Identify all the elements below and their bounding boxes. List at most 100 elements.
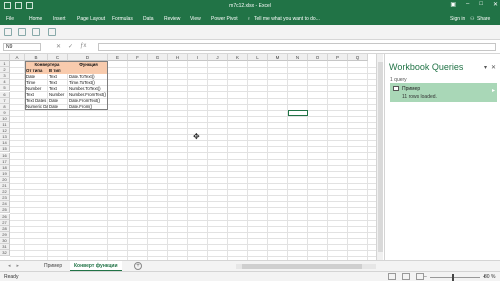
row-header[interactable]: 23: [0, 195, 10, 202]
row-header[interactable]: 26: [0, 213, 10, 220]
table-cell[interactable]: Date: [48, 98, 68, 104]
table-cell[interactable]: Date: [25, 74, 48, 80]
row-header[interactable]: 9: [0, 109, 10, 116]
zoom-slider[interactable]: [429, 273, 480, 281]
name-box[interactable]: N9: [3, 43, 41, 51]
header-fill-cell[interactable]: [68, 67, 108, 74]
row-header[interactable]: 31: [0, 244, 10, 250]
column-header[interactable]: A: [10, 54, 25, 61]
to-type-header-cell[interactable]: В тип: [48, 67, 68, 74]
table-cell[interactable]: Numeric Date: [25, 104, 48, 110]
column-header[interactable]: D: [68, 54, 108, 61]
vertical-scrollbar[interactable]: [376, 54, 383, 260]
scroll-thumb[interactable]: [378, 62, 383, 252]
column-header[interactable]: P: [328, 54, 348, 61]
row-header[interactable]: 32: [0, 250, 10, 257]
maximize-icon[interactable]: □: [479, 1, 483, 8]
row-header[interactable]: 17: [0, 158, 10, 165]
row-header[interactable]: 6: [0, 91, 10, 98]
row-header[interactable]: 8: [0, 103, 10, 110]
tab-power-pivot[interactable]: Power Pivot: [211, 16, 238, 22]
hscroll-thumb[interactable]: [242, 264, 362, 269]
table-title-cell[interactable]: Конвертера: [25, 61, 68, 68]
pane-close-icon[interactable]: ✕: [491, 64, 496, 71]
row-header[interactable]: 7: [0, 97, 10, 104]
column-header[interactable]: H: [168, 54, 188, 61]
tab-review[interactable]: Review: [164, 16, 180, 22]
prev-sheet-icon[interactable]: ◂: [8, 263, 11, 269]
from-type-header-cell[interactable]: От типа: [25, 67, 48, 74]
row-header[interactable]: 20: [0, 176, 10, 183]
table-cell[interactable]: Date: [48, 104, 68, 110]
worksheet-grid[interactable]: A B C D E F G H I J K L M N O P Q 1 2 3 4 5 6 7 8 9 10 11 12 13 14 15 16…: [0, 54, 378, 260]
sign-in-link[interactable]: Sign in: [450, 16, 465, 22]
row-header[interactable]: 30: [0, 237, 10, 244]
row-header[interactable]: 15: [0, 146, 10, 153]
row-header[interactable]: 16: [0, 152, 10, 159]
function-header-cell[interactable]: Функция: [68, 61, 108, 68]
table-cell[interactable]: Text: [48, 80, 68, 86]
sheet-tab-primer[interactable]: Пример: [40, 261, 66, 271]
row-header[interactable]: 29: [0, 231, 10, 238]
row-header[interactable]: 4: [0, 79, 10, 86]
row-header[interactable]: 12: [0, 128, 10, 135]
row-header[interactable]: 19: [0, 170, 10, 177]
share-button[interactable]: Share: [477, 16, 490, 22]
table-cell[interactable]: Number.FromText(): [68, 92, 108, 98]
tab-page-layout[interactable]: Page Layout: [77, 16, 105, 22]
share-icon[interactable]: ⚇: [470, 16, 474, 22]
row-header[interactable]: 1: [0, 61, 10, 67]
zoom-knob[interactable]: [451, 273, 454, 281]
row-header[interactable]: 25: [0, 207, 10, 214]
next-sheet-icon[interactable]: ▸: [17, 263, 20, 269]
add-sheet-icon[interactable]: +: [134, 262, 142, 270]
active-cell[interactable]: [288, 109, 308, 117]
table-cell[interactable]: Date.ToText(): [68, 74, 108, 80]
column-header[interactable]: J: [208, 54, 228, 61]
row-header[interactable]: 11: [0, 122, 10, 128]
pane-options-icon[interactable]: ▾: [484, 64, 487, 71]
zoom-level[interactable]: 80 %: [484, 274, 495, 280]
row-header[interactable]: 22: [0, 189, 10, 196]
row-header[interactable]: 14: [0, 140, 10, 147]
tab-data[interactable]: Data: [143, 16, 154, 22]
horizontal-scrollbar[interactable]: [236, 264, 376, 269]
table-cell[interactable]: Text Dates: [25, 98, 48, 104]
column-header[interactable]: G: [148, 54, 168, 61]
tab-view[interactable]: View: [190, 16, 201, 22]
table-cell[interactable]: Text: [48, 74, 68, 80]
column-header[interactable]: E: [108, 54, 128, 61]
tell-me-search[interactable]: Tell me what you want to do...: [254, 16, 320, 22]
row-header[interactable]: 18: [0, 164, 10, 171]
query-item[interactable]: Пример 11 rows loaded. ▸: [390, 83, 497, 102]
enter-icon[interactable]: ✓: [68, 43, 73, 50]
table-cell[interactable]: Text: [48, 86, 68, 92]
undo-icon[interactable]: [18, 28, 26, 36]
table-cell[interactable]: Number: [25, 86, 48, 92]
page-layout-view-icon[interactable]: [402, 273, 410, 280]
tab-insert[interactable]: Insert: [53, 16, 66, 22]
query-expand-icon[interactable]: ▸: [492, 87, 495, 94]
select-all-corner[interactable]: [0, 54, 10, 61]
column-header[interactable]: M: [268, 54, 288, 61]
row-header[interactable]: 3: [0, 73, 10, 80]
column-header[interactable]: C: [48, 54, 68, 61]
column-header[interactable]: N: [288, 54, 308, 61]
row-header[interactable]: 24: [0, 201, 10, 208]
column-header[interactable]: L: [248, 54, 268, 61]
table-cell[interactable]: Time.ToText(): [68, 80, 108, 86]
row-header[interactable]: 28: [0, 225, 10, 232]
zoom-out-icon[interactable]: –: [424, 274, 427, 280]
column-header[interactable]: Q: [348, 54, 368, 61]
table-cell[interactable]: Time: [25, 80, 48, 86]
table-cell[interactable]: Date.From(): [68, 104, 108, 110]
sheet-tab-konvert[interactable]: Конверт функции: [70, 261, 122, 271]
table-cell[interactable]: Date.FromText(): [68, 98, 108, 104]
tab-file[interactable]: File: [6, 16, 14, 22]
row-header[interactable]: 13: [0, 134, 10, 141]
column-header[interactable]: O: [308, 54, 328, 61]
print-preview-icon[interactable]: [48, 28, 56, 36]
table-cell[interactable]: Number: [48, 92, 68, 98]
table-cell[interactable]: Text: [25, 92, 48, 98]
row-header[interactable]: 2: [0, 67, 10, 74]
